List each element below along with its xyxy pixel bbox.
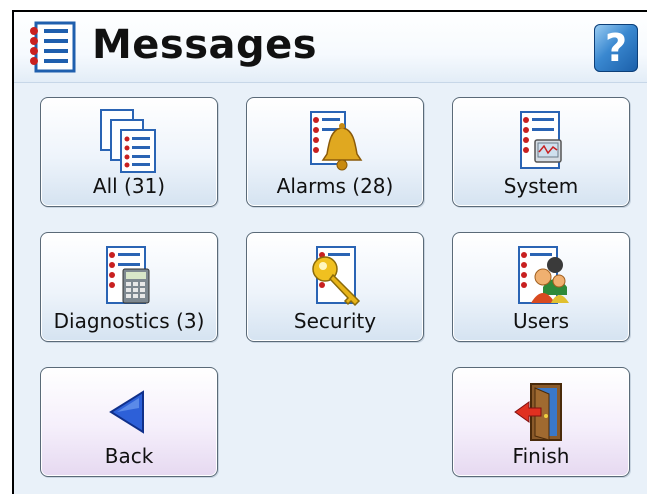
alarms-button[interactable]: Alarms (28) [246, 97, 424, 207]
all-messages-label: All (31) [92, 174, 166, 198]
all-messages-icon [100, 109, 156, 173]
message-list-icon [30, 21, 76, 73]
diagnostics-button[interactable]: Diagnostics (3) [40, 232, 218, 342]
diagnostics-calculator-icon [106, 246, 150, 304]
exit-door-icon [514, 383, 562, 441]
security-button[interactable]: Security [246, 232, 424, 342]
messages-window: Messages ? All (31) Alarms (28) System D… [12, 10, 647, 494]
back-label: Back [104, 444, 154, 468]
title-bar: Messages ? [14, 12, 647, 83]
users-button[interactable]: Users [452, 232, 630, 342]
system-label: System [503, 174, 579, 198]
back-arrow-icon [109, 390, 144, 434]
help-button[interactable]: ? [594, 24, 638, 72]
security-key-icon [312, 246, 361, 307]
alarm-bell-icon [310, 111, 363, 171]
users-label: Users [512, 309, 569, 333]
page-title: Messages [92, 22, 318, 68]
diagnostics-label: Diagnostics (3) [53, 309, 205, 333]
alarms-label: Alarms (28) [276, 174, 394, 198]
users-icon [518, 246, 569, 304]
all-messages-button[interactable]: All (31) [40, 97, 218, 207]
back-button[interactable]: Back [40, 367, 218, 477]
security-label: Security [293, 309, 377, 333]
finish-button[interactable]: Finish [452, 367, 630, 477]
system-icon [520, 111, 562, 169]
system-button[interactable]: System [452, 97, 630, 207]
finish-label: Finish [512, 444, 570, 468]
